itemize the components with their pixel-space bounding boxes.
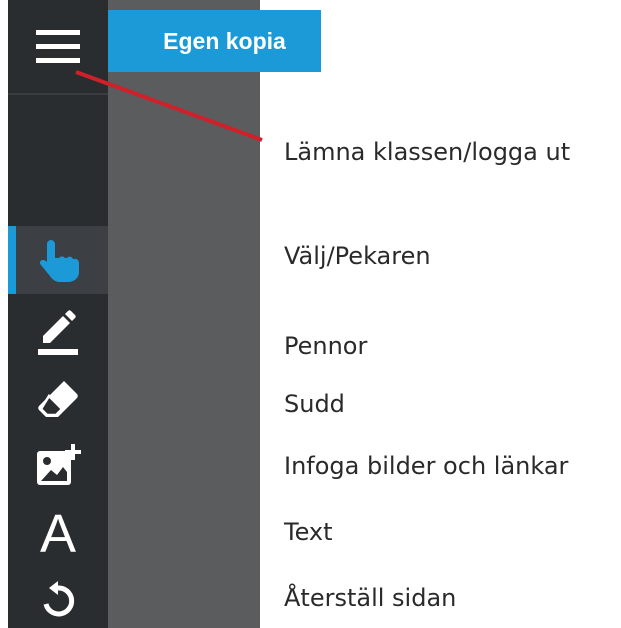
text-tool-button[interactable]: A (8, 504, 108, 564)
text-icon: A (39, 504, 77, 564)
insert-image-icon (34, 442, 82, 490)
legend-insert-label: Infoga bilder och länkar (284, 452, 569, 480)
pen-icon (33, 309, 83, 357)
reset-tool-button[interactable] (8, 574, 108, 626)
legend-menu-label: Lämna klassen/logga ut (284, 138, 571, 166)
document-tab[interactable]: Egen kopia (108, 10, 321, 72)
legend-text-label: Text (284, 518, 333, 546)
legend-pens-label: Pennor (284, 332, 368, 360)
menu-icon (33, 27, 83, 67)
reset-icon (38, 580, 78, 620)
legend-eraser-label: Sudd (284, 390, 345, 418)
menu-button[interactable] (8, 0, 108, 95)
eraser-icon (36, 377, 80, 421)
insert-image-tool-button[interactable] (8, 436, 108, 496)
canvas-area (108, 0, 260, 628)
tab-label: Egen kopia (163, 27, 286, 54)
hand-pointer-icon (34, 236, 82, 284)
legend-select-label: Välj/Pekaren (284, 242, 431, 270)
eraser-tool-button[interactable] (8, 372, 108, 426)
pen-tool-button[interactable] (8, 304, 108, 362)
select-tool-button[interactable] (8, 226, 108, 294)
legend-reset-label: Återställ sidan (284, 584, 457, 612)
